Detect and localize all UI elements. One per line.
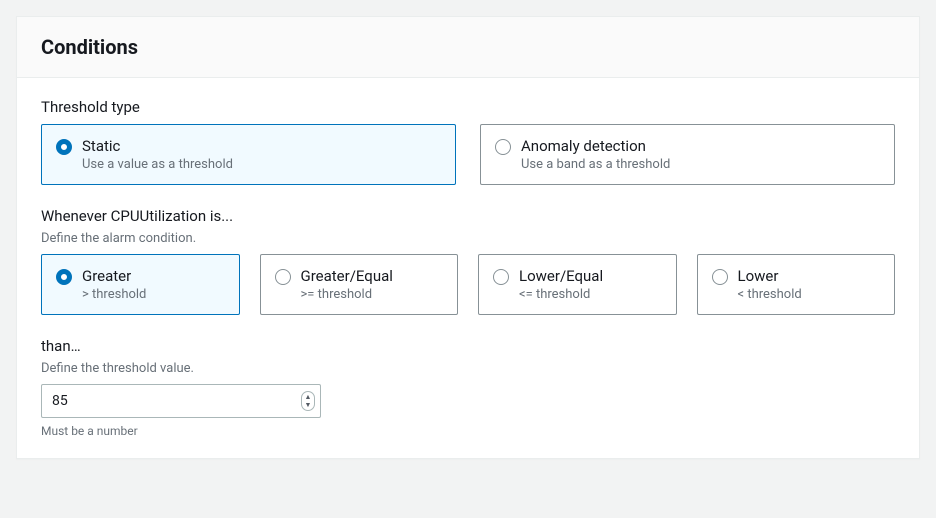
tile-content: Greater > threshold — [82, 267, 146, 302]
panel-header: Conditions — [17, 17, 919, 78]
condition-options: Greater > threshold Greater/Equal >= thr… — [41, 254, 895, 315]
condition-desc: Define the alarm condition. — [41, 231, 895, 246]
tile-content: Greater/Equal >= threshold — [301, 267, 393, 302]
tile-title: Static — [82, 137, 233, 155]
panel-title: Conditions — [41, 35, 895, 59]
tile-title: Greater — [82, 267, 146, 285]
stepper-down-icon[interactable]: ▼ — [302, 401, 314, 409]
radio-icon — [56, 139, 72, 155]
threshold-value-section: than… Define the threshold value. ▲ ▼ Mu… — [41, 337, 895, 438]
tile-title: Anomaly detection — [521, 137, 670, 155]
radio-icon — [56, 269, 72, 285]
condition-section: Whenever CPUUtilization is... Define the… — [41, 207, 895, 315]
tile-sub: Use a band as a threshold — [521, 157, 670, 172]
threshold-input-wrapper: ▲ ▼ — [41, 384, 321, 418]
tile-sub: < threshold — [738, 287, 802, 302]
condition-greater[interactable]: Greater > threshold — [41, 254, 240, 315]
threshold-value-desc: Define the threshold value. — [41, 361, 895, 376]
threshold-type-section: Threshold type Static Use a value as a t… — [41, 98, 895, 185]
radio-icon — [712, 269, 728, 285]
tile-sub: Use a value as a threshold — [82, 157, 233, 172]
tile-title: Lower — [738, 267, 802, 285]
panel-body: Threshold type Static Use a value as a t… — [17, 78, 919, 458]
threshold-type-static[interactable]: Static Use a value as a threshold — [41, 124, 456, 185]
tile-content: Static Use a value as a threshold — [82, 137, 233, 172]
quantity-stepper: ▲ ▼ — [301, 391, 315, 411]
tile-title: Lower/Equal — [519, 267, 603, 285]
threshold-input[interactable] — [41, 384, 321, 418]
threshold-type-anomaly[interactable]: Anomaly detection Use a band as a thresh… — [480, 124, 895, 185]
tile-content: Lower < threshold — [738, 267, 802, 302]
threshold-type-label: Threshold type — [41, 98, 895, 116]
conditions-panel: Conditions Threshold type Static Use a v… — [16, 16, 920, 459]
threshold-hint: Must be a number — [41, 424, 895, 438]
tile-sub: >= threshold — [301, 287, 393, 302]
radio-icon — [495, 139, 511, 155]
tile-content: Anomaly detection Use a band as a thresh… — [521, 137, 670, 172]
stepper-up-icon[interactable]: ▲ — [302, 393, 314, 401]
threshold-value-label: than… — [41, 337, 895, 355]
tile-sub: > threshold — [82, 287, 146, 302]
threshold-type-options: Static Use a value as a threshold Anomal… — [41, 124, 895, 185]
radio-icon — [275, 269, 291, 285]
radio-icon — [493, 269, 509, 285]
condition-greater-equal[interactable]: Greater/Equal >= threshold — [260, 254, 459, 315]
condition-lower-equal[interactable]: Lower/Equal <= threshold — [478, 254, 677, 315]
tile-sub: <= threshold — [519, 287, 603, 302]
tile-title: Greater/Equal — [301, 267, 393, 285]
condition-lower[interactable]: Lower < threshold — [697, 254, 896, 315]
condition-label: Whenever CPUUtilization is... — [41, 207, 895, 225]
tile-content: Lower/Equal <= threshold — [519, 267, 603, 302]
